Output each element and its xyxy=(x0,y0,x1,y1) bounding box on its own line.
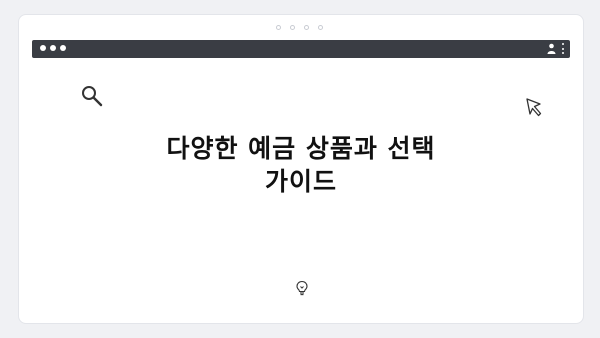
page-title-line-2: 가이드 xyxy=(264,167,337,196)
page-dot xyxy=(290,25,295,30)
kebab-menu-icon[interactable] xyxy=(561,43,564,54)
window-controls xyxy=(40,45,66,51)
page-dot xyxy=(304,25,309,30)
user-icon[interactable] xyxy=(547,43,556,54)
window-dot-maximize[interactable] xyxy=(60,45,66,51)
page-content: 다양한 예금 상품과 선택 가이드 xyxy=(32,58,570,312)
cursor-icon xyxy=(526,98,542,117)
page-title: 다양한 예금 상품과 선택 가이드 xyxy=(32,132,570,198)
browser-title-bar xyxy=(32,40,570,58)
window-dot-minimize[interactable] xyxy=(50,45,56,51)
page-dot xyxy=(276,25,281,30)
lightbulb-icon xyxy=(296,280,308,296)
browser-actions xyxy=(547,43,564,54)
search-icon xyxy=(82,86,103,107)
page-dot xyxy=(318,25,323,30)
page-title-line-1: 다양한 예금 상품과 선택 xyxy=(166,134,436,163)
page-indicator-dots xyxy=(276,25,323,30)
window-dot-close[interactable] xyxy=(40,45,46,51)
